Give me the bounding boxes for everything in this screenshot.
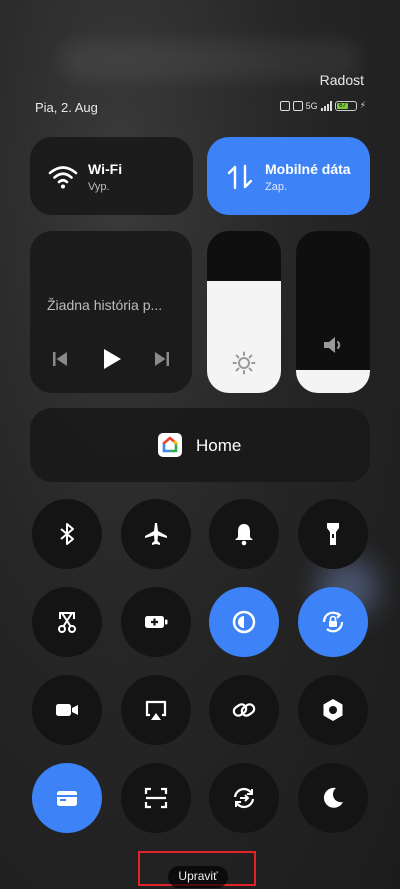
home-tile[interactable]: Home [30, 408, 370, 482]
flashlight-icon [326, 523, 339, 545]
settings-toggle[interactable] [297, 675, 368, 745]
mobile-data-title: Mobilné dáta [265, 161, 351, 177]
contrast-toggle[interactable] [209, 587, 280, 657]
play-icon[interactable] [102, 348, 122, 370]
wifi-icon [48, 166, 78, 189]
cast-icon [145, 700, 166, 720]
sync-toggle[interactable] [209, 763, 280, 833]
screen-record-toggle[interactable] [32, 675, 102, 745]
scan-icon [144, 787, 167, 809]
nfc-icon [279, 100, 290, 111]
mobile-data-tile[interactable]: Mobilné dáta Zap. [207, 137, 370, 215]
contrast-icon [233, 610, 256, 634]
airplane-icon [144, 523, 167, 545]
flashlight-toggle[interactable] [297, 499, 368, 569]
network-type: 5G [305, 100, 318, 111]
volume-level-fill [296, 370, 370, 393]
bluetooth-icon [60, 523, 74, 545]
home-label: Home [196, 436, 242, 455]
wallet-icon [57, 791, 77, 806]
brightness-icon [232, 351, 256, 375]
battery-plus-icon [144, 616, 168, 628]
dark-mode-toggle[interactable] [297, 763, 368, 833]
rotation-lock-toggle[interactable] [297, 587, 368, 657]
carrier-name: Radost [319, 72, 364, 88]
blurred-notification [60, 40, 360, 80]
wifi-tile[interactable]: Wi-Fi Vyp. [30, 137, 193, 215]
scissors-icon [58, 612, 76, 633]
link-icon [233, 703, 256, 717]
previous-icon[interactable] [52, 351, 68, 367]
airplane-toggle[interactable] [120, 499, 191, 569]
next-icon[interactable] [154, 351, 170, 367]
mobile-data-status: Zap. [265, 181, 288, 193]
data-arrows-icon [227, 164, 253, 190]
ring-toggle[interactable] [209, 499, 280, 569]
hexagon-icon [323, 699, 343, 721]
battery-icon: 67 [334, 100, 357, 111]
speaker-icon [324, 337, 341, 353]
brightness-level-fill [207, 281, 281, 393]
edit-highlight-box: Upraviť [138, 851, 256, 888]
brightness-slider[interactable] [207, 231, 281, 393]
now-playing-text: Žiadna história p... [47, 297, 163, 313]
media-player[interactable]: Žiadna história p... [30, 231, 192, 393]
edit-button[interactable]: Upraviť [168, 866, 228, 888]
moon-icon [323, 787, 343, 808]
charging-icon: ⚡ [359, 100, 366, 110]
battery-saver-toggle[interactable] [120, 587, 191, 657]
bluetooth-toggle[interactable] [32, 499, 102, 569]
wifi-status: Vyp. [88, 181, 110, 193]
sync-icon [234, 787, 255, 809]
wallet-toggle[interactable] [32, 763, 102, 833]
cast-toggle[interactable] [120, 675, 191, 745]
vibrate-icon [292, 100, 303, 111]
wifi-title: Wi-Fi [88, 161, 123, 177]
signal-icon [320, 100, 332, 111]
google-home-icon [158, 433, 182, 457]
screenshot-toggle[interactable] [32, 587, 102, 657]
bell-icon [235, 524, 254, 546]
video-camera-icon [56, 704, 78, 716]
date-label: Pia, 2. Aug [35, 100, 98, 115]
rotation-lock-icon [322, 611, 344, 633]
status-icons: 5G 67 ⚡ [279, 100, 366, 111]
link-toggle[interactable] [209, 675, 280, 745]
scan-toggle[interactable] [120, 763, 191, 833]
volume-slider[interactable] [296, 231, 370, 393]
toggle-grid [32, 499, 368, 833]
